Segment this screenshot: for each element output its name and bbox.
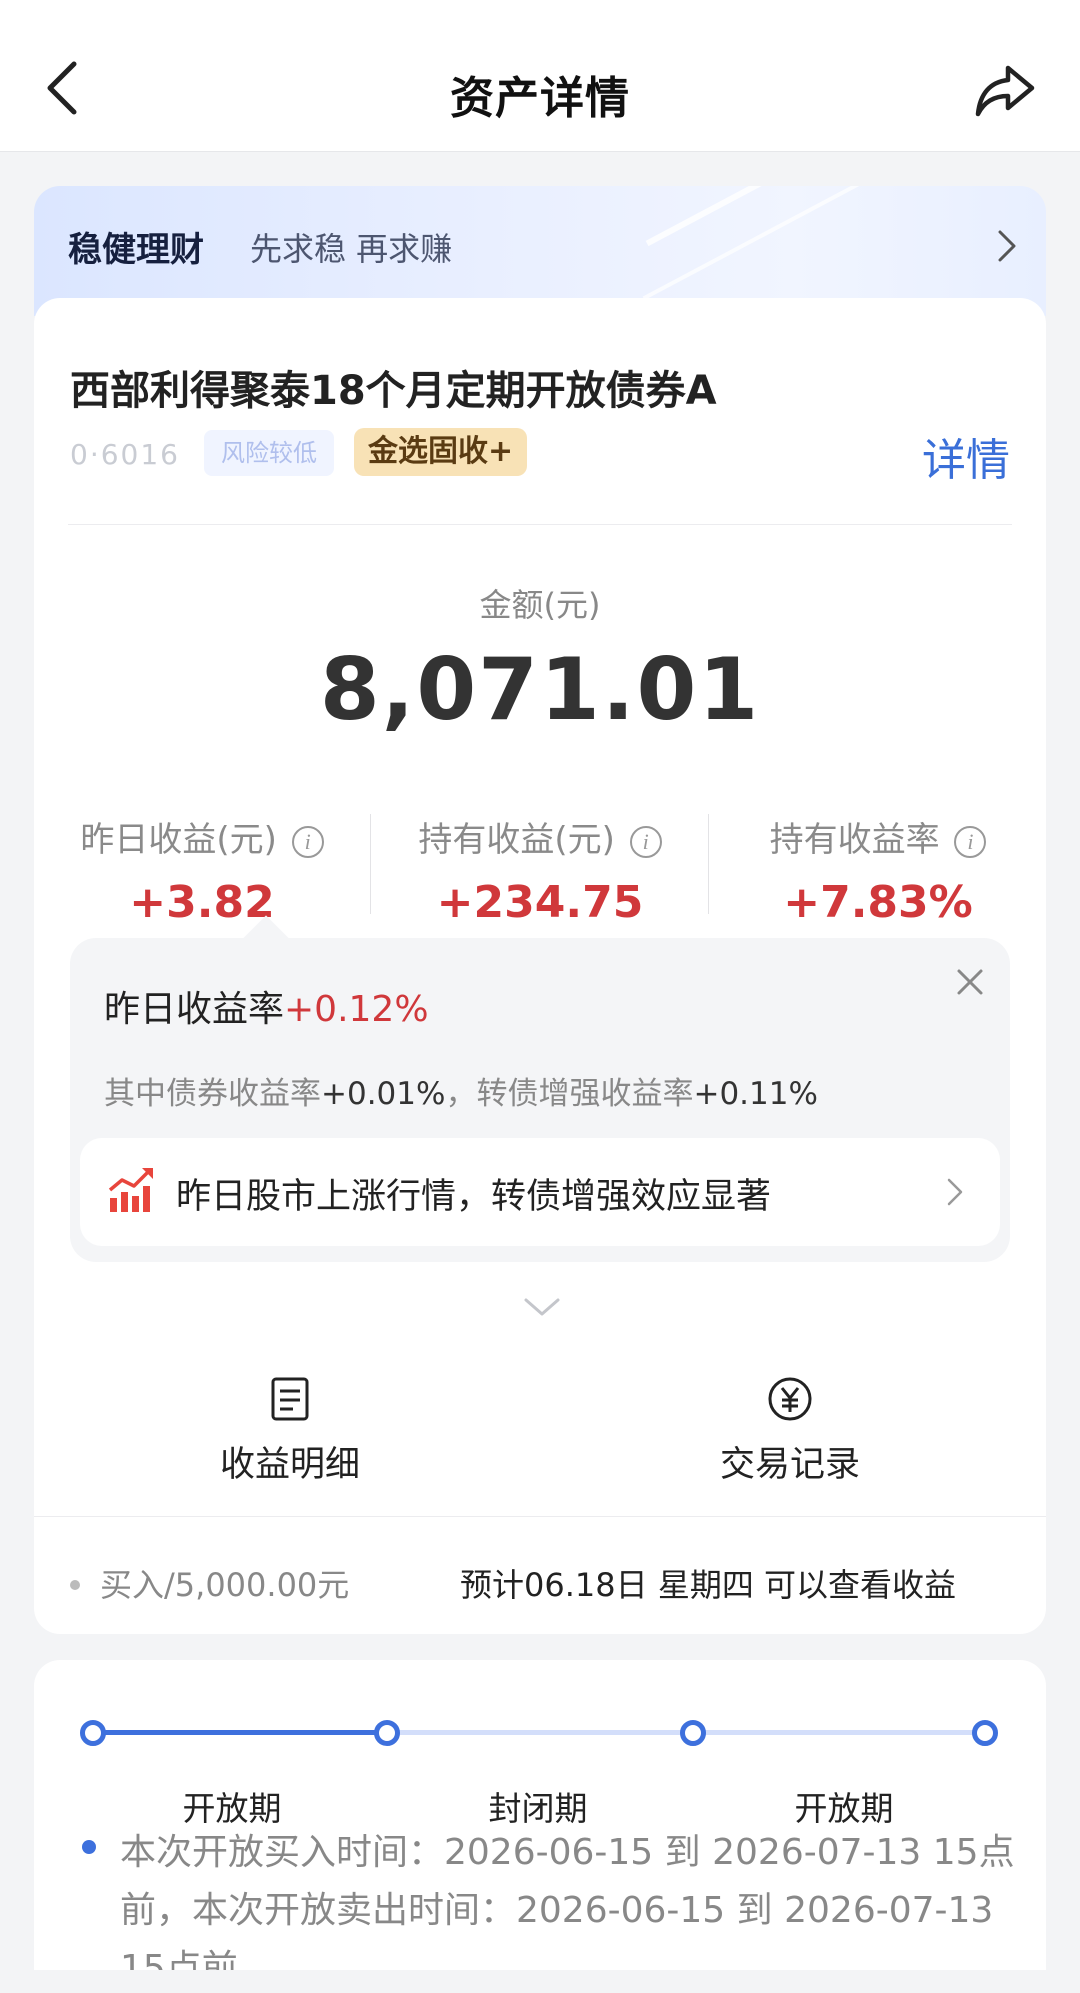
stat-value: +3.82 [129,877,275,928]
stat-label: 持有收益(元) [418,820,615,860]
chevron-right-icon [998,230,1016,262]
popup-title-value: +0.12% [284,989,429,1030]
stat-holding-profit[interactable]: 持有收益(元) i +234.75 [372,812,708,928]
stat-label: 持有收益率 [769,820,940,860]
stat-label-container: 昨日收益(元) i [34,812,370,861]
chevron-down-icon[interactable] [522,1296,562,1318]
transaction-records-button[interactable]: 交易记录 [640,1376,940,1487]
breakdown-value: +0.01% [321,1076,446,1112]
stat-value: +7.83% [783,877,973,928]
close-icon[interactable] [954,966,986,998]
divider [708,814,709,914]
banner-decoration [645,186,967,247]
earnings-date-note: 预计06.18日 星期四 可以查看收益 [460,1566,956,1604]
risk-badge: 风险较低 [204,430,334,476]
asset-card: 西部利得聚泰18个月定期开放债券A 0·6016 风险较低 金选固收+ 详情 金… [34,298,1046,1634]
timeline-label: 开放期 [794,1789,894,1828]
document-icon [271,1377,309,1421]
purchase-amount: 买入/5,000.00元 [100,1566,350,1604]
promo-banner[interactable]: 稳健理财 先求稳 再求赚 [34,186,1046,316]
stat-holding-rate[interactable]: 持有收益率 i +7.83% [710,812,1046,928]
popup-title: 昨日收益率+0.12% [104,980,429,1032]
breakdown-value: +0.11% [693,1076,818,1112]
detail-link[interactable]: 详情 [922,424,1010,488]
popup-breakdown: 其中债券收益率+0.01%，转债增强收益率+0.11% [104,1068,818,1113]
breakdown-label: ，转债增强收益率 [445,1076,694,1112]
product-code: 0·6016 [70,438,180,471]
open-period-info: 本次开放买入时间：2026-06-15 到 2026-07-13 15点前，本次… [120,1832,1015,1989]
stat-label-container: 持有收益(元) i [372,812,708,861]
tip-text: 昨日股市上涨行情，转债增强效应显著 [176,1177,772,1217]
chevron-right-icon [947,1178,963,1206]
banner-subtitle: 先求稳 再求赚 [250,230,453,268]
stat-value: +234.75 [436,877,644,928]
banner-decoration [642,186,910,301]
timeline-progress [92,1730,386,1735]
product-tag-badge: 金选固收+ [354,428,528,476]
share-icon[interactable] [974,62,1036,118]
stat-yesterday-profit[interactable]: 昨日收益(元) i +3.82 [34,812,370,928]
trend-chart-icon [108,1168,153,1212]
yuan-icon [768,1377,812,1421]
bottom-edge [0,1970,1080,1993]
divider [34,1516,1046,1517]
stat-label-container: 持有收益率 i [710,812,1046,861]
page-title: 资产详情 [450,73,630,124]
period-timeline-card: 开放期 封闭期 开放期 本次开放买入时间：2026-06-15 到 2026-0… [34,1660,1046,1993]
timeline-node [972,1720,998,1746]
bullet-dot [70,1580,80,1590]
timeline-node [680,1720,706,1746]
banner-title: 稳健理财 [68,230,204,270]
info-icon[interactable]: i [291,826,324,858]
purchase-row: 买入/5,000.00元 预计06.18日 星期四 可以查看收益 [70,1560,1010,1610]
product-name: 西部利得聚泰18个月定期开放债券A [70,368,717,414]
top-bar: 资产详情 [0,0,1080,152]
timeline-node [374,1720,400,1746]
yesterday-rate-popup: 昨日收益率+0.12% 其中债券收益率+0.01%，转债增强收益率+0.11% … [70,915,1010,1262]
bullet-dot [82,1840,96,1854]
divider [68,524,1012,525]
info-icon[interactable]: i [629,826,662,858]
info-icon[interactable]: i [954,826,987,858]
market-tip[interactable]: 昨日股市上涨行情，转债增强效应显著 [80,1138,1000,1246]
earnings-detail-button[interactable]: 收益明细 [140,1376,440,1487]
breakdown-label: 其中债券收益率 [104,1076,321,1112]
timeline-label: 开放期 [182,1789,282,1828]
transaction-records-label: 交易记录 [719,1445,860,1485]
stat-label: 昨日收益(元) [80,820,277,860]
earnings-detail-label: 收益明细 [219,1445,360,1485]
divider [370,814,371,914]
timeline-label: 封闭期 [488,1789,588,1828]
popup-title-label: 昨日收益率 [104,989,285,1030]
timeline-node [80,1720,106,1746]
amount-label: 金额(元) [479,586,601,624]
amount-value: 8,071.01 [319,640,761,740]
